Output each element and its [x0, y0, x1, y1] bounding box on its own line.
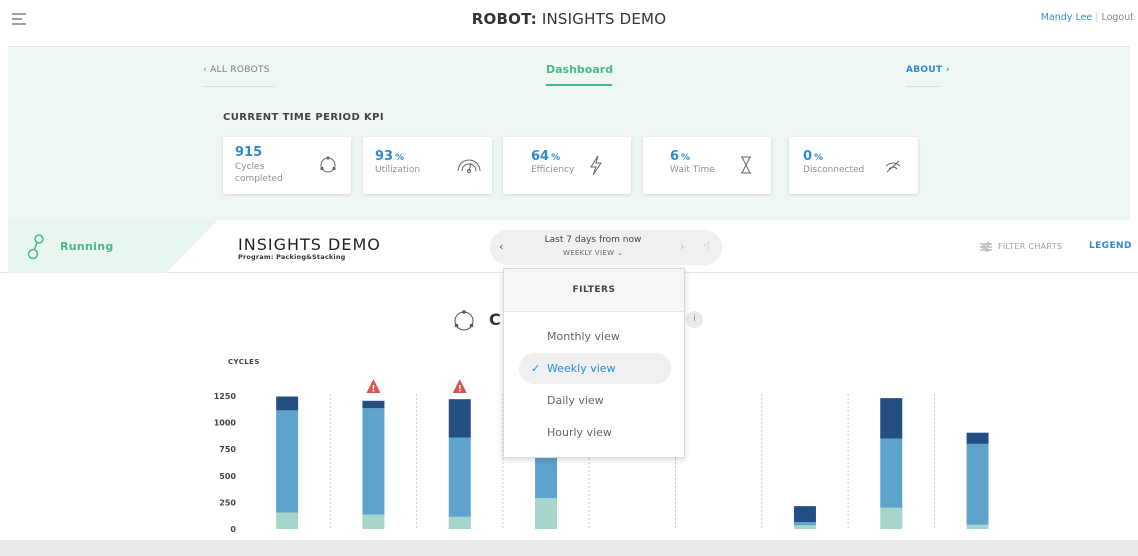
wifi-off-icon: [885, 160, 901, 173]
prev-period-button[interactable]: ‹: [499, 240, 503, 253]
all-robots-label: ALL ROBOTS: [210, 65, 270, 75]
kpi-card-wait-time: 6% Wait Time: [643, 137, 771, 194]
bar-segment: [448, 399, 471, 438]
bar-segment: [276, 396, 299, 411]
chevron-right-icon: ›: [945, 65, 950, 75]
bar-segment: [793, 525, 816, 529]
app-title: ROBOT: INSIGHTS DEMO: [471, 10, 667, 28]
dropdown-header: FILTERS: [504, 269, 684, 312]
kpi-value: 64%: [531, 149, 561, 164]
y-tick-label: 1000: [214, 419, 237, 428]
next-period-button[interactable]: ›: [680, 240, 684, 253]
bar-segment: [362, 514, 385, 529]
gauge-icon: [457, 159, 481, 173]
bar-segment: [276, 410, 299, 513]
divider: [8, 46, 1130, 47]
tab-dashboard[interactable]: Dashboard: [546, 63, 613, 76]
bar-segment: [362, 408, 385, 515]
kpi-value: 93%: [375, 149, 405, 164]
top-bar: ROBOT: INSIGHTS DEMO Mandy Lee | Logout: [0, 0, 1138, 46]
robot-name: INSIGHTS DEMO: [238, 235, 381, 254]
view-option-daily[interactable]: Daily view: [519, 385, 671, 416]
y-tick-label: 500: [219, 472, 236, 481]
cycle-icon: [320, 156, 336, 173]
bar-segment: [966, 443, 989, 525]
option-label: Hourly view: [547, 426, 612, 439]
y-tick-label: 250: [219, 498, 236, 507]
filter-icon[interactable]: [980, 242, 992, 252]
robot-state: Running: [60, 240, 114, 253]
chevron-left-icon: ‹: [203, 65, 207, 75]
kpi-card-utilization: 93% Utilization: [363, 137, 492, 194]
time-range-label[interactable]: Last 7 days from now: [520, 235, 666, 245]
kpi-label: Utilization: [375, 165, 421, 175]
kpi-label: Cycles completed: [235, 162, 283, 184]
kpi-label: Wait Time: [670, 165, 715, 175]
option-label: Monthly view: [547, 330, 620, 343]
tab-active-indicator: [546, 84, 612, 86]
bar-segment: [966, 432, 989, 444]
cycle-icon: [454, 310, 474, 331]
chart-title: C: [489, 310, 501, 329]
user-menu: Mandy Lee | Logout: [1041, 12, 1134, 23]
bar-segment: [535, 498, 558, 529]
y-axis-title: CYCLES: [228, 358, 260, 366]
user-name-link[interactable]: Mandy Lee: [1041, 12, 1093, 23]
y-tick-label: 1250: [214, 392, 237, 401]
logout-link[interactable]: Logout: [1101, 12, 1134, 23]
filter-charts-button[interactable]: FILTER CHARTS: [998, 242, 1062, 251]
bar-segment: [966, 524, 989, 529]
bar-segment: [880, 398, 903, 439]
kpi-title: CURRENT TIME PERIOD KPI: [223, 112, 385, 123]
option-label: Weekly view: [547, 362, 616, 375]
robot-program: Program: Packing&Stacking: [238, 253, 346, 261]
nav-divider: [203, 86, 275, 87]
last-period-button[interactable]: ›|: [703, 241, 710, 251]
bar-segment: [793, 522, 816, 526]
filters-dropdown: FILTERS Monthly view ✓ Weekly view Daily …: [503, 268, 685, 458]
hourglass-icon: [741, 156, 751, 174]
kpi-value: 915: [235, 145, 263, 160]
bar-segment: [448, 437, 471, 517]
bar-segment: [880, 507, 903, 529]
kpi-value: 0%: [803, 149, 824, 164]
kpi-card-efficiency: 64% Efficiency: [503, 137, 631, 194]
check-icon: ✓: [531, 362, 541, 375]
bar-segment: [535, 453, 558, 499]
all-robots-link[interactable]: ‹ ALL ROBOTS: [203, 65, 270, 75]
svg-text:!: !: [458, 385, 462, 395]
bar-segment: [448, 516, 471, 529]
option-label: Daily view: [547, 394, 604, 407]
y-tick-label: 0: [230, 525, 236, 534]
view-mode-toggle[interactable]: WEEKLY VIEW ⌄: [520, 249, 666, 257]
warning-icon: !: [366, 379, 381, 395]
view-option-monthly[interactable]: Monthly view: [519, 321, 671, 352]
separator: |: [1095, 12, 1099, 23]
bar-segment: [793, 506, 816, 523]
lightning-icon: [590, 155, 602, 176]
info-icon[interactable]: i: [686, 311, 703, 328]
about-link[interactable]: ABOUT ›: [906, 65, 950, 75]
about-label: ABOUT: [906, 65, 943, 75]
kpi-label: Efficiency: [531, 165, 575, 175]
bar-segment: [276, 512, 299, 529]
footer-bar: [0, 540, 1138, 556]
bar-segment: [880, 438, 903, 508]
kpi-label: Disconnected: [803, 165, 865, 175]
kpi-card-disconnected: 0% Disconnected: [789, 137, 918, 194]
svg-text:!: !: [371, 385, 375, 395]
warning-icon: !: [452, 379, 467, 395]
nav-divider: [906, 86, 940, 87]
view-option-weekly[interactable]: ✓ Weekly view: [519, 353, 671, 384]
view-option-hourly[interactable]: Hourly view: [519, 417, 671, 448]
bar-segment: [362, 400, 385, 409]
robot-arm-icon: [27, 234, 44, 260]
kpi-value: 6%: [670, 149, 691, 164]
kpi-card-cycles: 915 Cycles completed: [223, 137, 351, 194]
y-tick-label: 750: [219, 445, 236, 454]
legend-button[interactable]: LEGEND: [1089, 241, 1132, 251]
